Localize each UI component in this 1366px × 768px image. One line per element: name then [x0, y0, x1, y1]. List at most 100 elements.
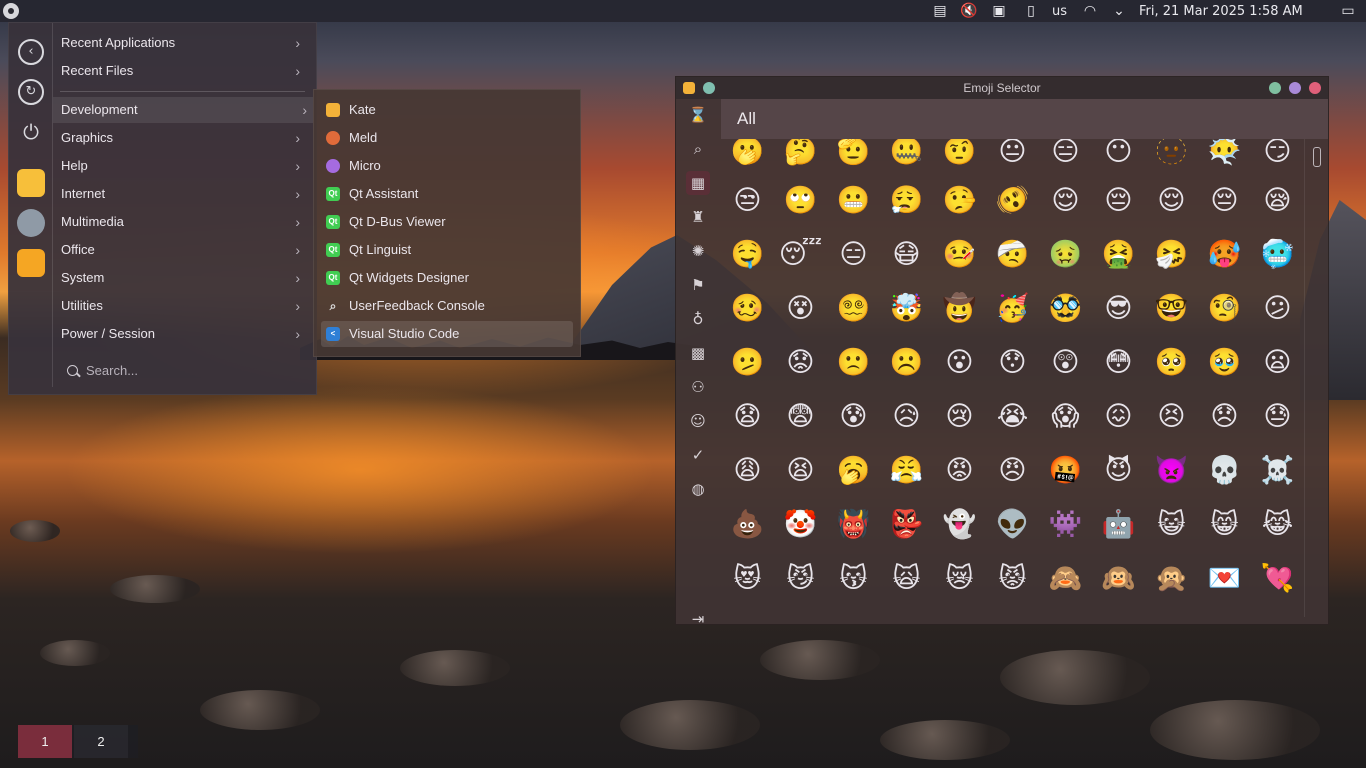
emoji-cell[interactable]: 🤨	[933, 139, 986, 179]
activities-icon[interactable]: ♜	[686, 205, 710, 229]
emoji-cell[interactable]: 🤓	[1145, 282, 1198, 336]
scrollbar[interactable]	[1304, 139, 1329, 617]
power-icon[interactable]: ⏻	[18, 119, 44, 145]
emoji-cell[interactable]: 😸	[1198, 498, 1251, 552]
emoji-cell[interactable]: 👹	[827, 498, 880, 552]
emoji-cell[interactable]: 🤢	[1039, 228, 1092, 282]
speaker-muted-icon[interactable]: 🔇	[960, 2, 978, 20]
search-icon[interactable]: ⌕	[686, 137, 710, 161]
submenu-item-qt-widgets-designer[interactable]: Qt Qt Widgets Designer	[321, 265, 573, 291]
usb-icon[interactable]: ▯	[1022, 2, 1040, 20]
desktop-1[interactable]: 1	[18, 725, 72, 758]
maximize-button[interactable]	[1289, 82, 1301, 94]
symbols-icon[interactable]: ▩	[686, 341, 710, 365]
emoji-cell[interactable]: 😤	[880, 444, 933, 498]
emoji-cell[interactable]: 🫨	[986, 174, 1039, 228]
minimize-button[interactable]	[1269, 82, 1281, 94]
category-help[interactable]: Help ›	[60, 153, 306, 179]
submenu-item-meld[interactable]: Meld	[321, 125, 573, 151]
emoji-cell[interactable]: 🤬	[1039, 444, 1092, 498]
emoji-cell[interactable]: 😒	[721, 174, 774, 228]
emoji-cell[interactable]: 🤥	[933, 174, 986, 228]
emoji-cell[interactable]: 😫	[774, 444, 827, 498]
close-button[interactable]	[1309, 82, 1321, 94]
emoji-cell[interactable]: 😞	[1198, 390, 1251, 444]
emoji-cell[interactable]: 😬	[827, 174, 880, 228]
emoji-cell[interactable]: 🤡	[774, 498, 827, 552]
emoji-cell[interactable]: 😩	[721, 444, 774, 498]
emoji-cell[interactable]: 😖	[1092, 390, 1145, 444]
emoji-cell[interactable]: 🙁	[827, 336, 880, 390]
emoji-cell[interactable]: 😵‍💫	[827, 282, 880, 336]
travel-icon[interactable]: ◍	[686, 477, 710, 501]
window-titlebar[interactable]: Emoji Selector	[676, 77, 1328, 99]
wifi-icon[interactable]: ◠	[1081, 2, 1099, 20]
category-development[interactable]: Development ›	[53, 97, 313, 123]
emoji-cell[interactable]: 😯	[986, 336, 1039, 390]
files-app-icon[interactable]	[17, 169, 45, 197]
submenu-item-qt-dbus-viewer[interactable]: Qt Qt D-Bus Viewer	[321, 209, 573, 235]
emoji-cell[interactable]: 🥱	[827, 444, 880, 498]
pin-button[interactable]	[703, 82, 715, 94]
chevron-down-icon[interactable]: ⌄	[1110, 2, 1128, 20]
emoji-cell[interactable]: 😌	[1039, 174, 1092, 228]
emoji-cell[interactable]: 😹	[1251, 498, 1304, 552]
emoji-cell[interactable]: 🥸	[1039, 282, 1092, 336]
smileys-icon[interactable]: ☺	[686, 409, 710, 433]
check-icon[interactable]: ✓	[686, 443, 710, 467]
emoji-cell[interactable]: 🤧	[1145, 228, 1198, 282]
emoji-cell[interactable]: 😔	[1092, 174, 1145, 228]
clock[interactable]: Fri, 21 Mar 2025 1:58 AM	[1139, 0, 1303, 22]
emoji-cell[interactable]: 😡	[933, 444, 986, 498]
display-icon[interactable]: ▣	[990, 2, 1008, 20]
emoji-cell[interactable]: 😥	[880, 390, 933, 444]
emoji-cell[interactable]: 😨	[774, 390, 827, 444]
emoji-cell[interactable]: 😺	[1145, 498, 1198, 552]
submenu-item-userfeedback-console[interactable]: ⌕ UserFeedback Console	[321, 293, 573, 319]
emoji-cell[interactable]: 😮‍💨	[880, 174, 933, 228]
window-icon[interactable]: ▭	[1339, 2, 1357, 20]
emoji-cell[interactable]: 😳	[1092, 336, 1145, 390]
emoji-cell[interactable]: 🥹	[1198, 336, 1251, 390]
emoji-cell[interactable]: 😐	[986, 139, 1039, 179]
emoji-cell[interactable]: 🙀	[880, 552, 933, 606]
submenu-item-qt-assistant[interactable]: Qt Qt Assistant	[321, 181, 573, 207]
emoji-cell[interactable]: 🤤	[721, 228, 774, 282]
recent-icon[interactable]: ⌛	[686, 103, 710, 127]
emoji-cell[interactable]: 😦	[1251, 336, 1304, 390]
emoji-cell[interactable]: 😎	[1092, 282, 1145, 336]
emoji-cell[interactable]: 💀	[1198, 444, 1251, 498]
emoji-cell[interactable]: 💘	[1251, 552, 1304, 606]
emoji-cell[interactable]: 😴	[774, 228, 827, 282]
emoji-cell[interactable]: 😼	[774, 552, 827, 606]
emoji-cell[interactable]: 🤠	[933, 282, 986, 336]
emoji-cell[interactable]: 🤔	[774, 139, 827, 179]
emoji-cell[interactable]: 😾	[986, 552, 1039, 606]
category-system[interactable]: System ›	[60, 265, 306, 291]
emoji-cell[interactable]: 😽	[827, 552, 880, 606]
refresh-icon[interactable]: ↻	[18, 79, 44, 105]
keyboard-layout-indicator[interactable]: us	[1052, 0, 1067, 22]
emoji-cell[interactable]: 😔	[1198, 174, 1251, 228]
submenu-item-visual-studio-code[interactable]: < Visual Studio Code	[321, 321, 573, 347]
emoji-cell[interactable]: 🙊	[1145, 552, 1198, 606]
emoji-cell[interactable]: 😰	[827, 390, 880, 444]
emoji-cell[interactable]: 🥳	[986, 282, 1039, 336]
submenu-item-micro[interactable]: Micro	[321, 153, 573, 179]
emoji-cell[interactable]: 🙄	[774, 174, 827, 228]
emoji-cell[interactable]: 😠	[986, 444, 1039, 498]
emoji-cell[interactable]: 🧐	[1198, 282, 1251, 336]
emoji-cell[interactable]: 🤒	[933, 228, 986, 282]
emoji-cell[interactable]: 😻	[721, 552, 774, 606]
emoji-cell[interactable]: 😿	[933, 552, 986, 606]
emoji-cell[interactable]: ☠️	[1251, 444, 1304, 498]
emoji-cell[interactable]: 😕	[1251, 282, 1304, 336]
emoji-cell[interactable]: 😶	[1092, 139, 1145, 179]
emoji-cell[interactable]: 👺	[880, 498, 933, 552]
scrollbar-thumb[interactable]	[1313, 147, 1321, 167]
emoji-cell[interactable]: 💌	[1198, 552, 1251, 606]
brave-app-icon[interactable]	[17, 249, 45, 277]
people-icon[interactable]: ⚇	[686, 375, 710, 399]
category-multimedia[interactable]: Multimedia ›	[60, 209, 306, 235]
emoji-cell[interactable]: 😶‍🌫️	[1198, 139, 1251, 179]
